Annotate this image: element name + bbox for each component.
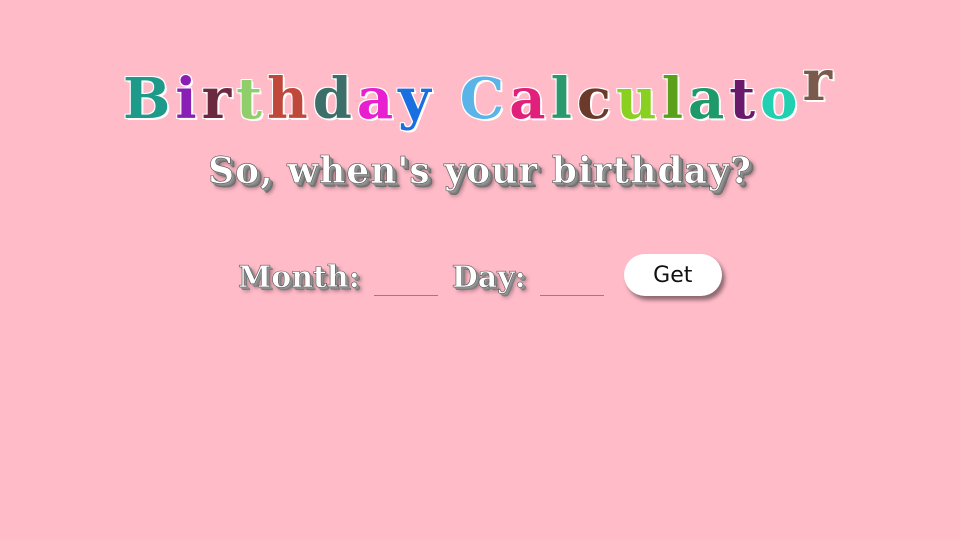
title-letter: t [729, 65, 761, 132]
birthday-question: So, when's your birthday? [208, 150, 752, 193]
title-letter: y [398, 65, 436, 132]
title-letter: a [509, 65, 551, 132]
title-letter: C [459, 65, 510, 132]
day-label: Day: [451, 260, 526, 296]
title-letter: i [175, 65, 202, 132]
title-letter: a [687, 65, 730, 132]
title-letter: c [576, 65, 616, 132]
month-label: Month: [238, 260, 360, 296]
title-letter: a [356, 65, 399, 132]
title-letter: h [266, 65, 313, 132]
title-letter: r [802, 47, 838, 114]
birthday-form: Month: Day: Get [238, 248, 722, 298]
title-letter: u [615, 65, 662, 132]
title-letter: l [661, 65, 688, 132]
title-letter: t [236, 65, 267, 132]
title-letter: d [312, 65, 357, 132]
page-title: Birthday Calculator [0, 48, 960, 132]
day-input[interactable] [539, 267, 604, 296]
title-letter: o [760, 65, 803, 132]
month-input[interactable] [373, 267, 438, 296]
title-letter: l [550, 65, 577, 132]
title-letter: B [122, 65, 176, 132]
get-button[interactable]: Get [623, 254, 722, 296]
title-letter: r [201, 65, 237, 132]
